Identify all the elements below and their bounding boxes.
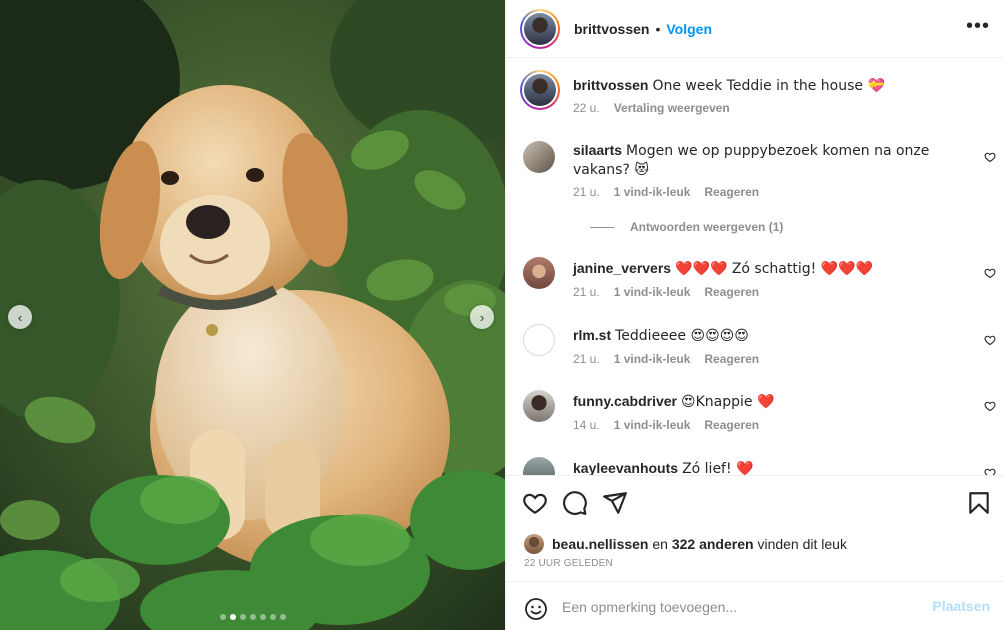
caption-username[interactable]: brittvossen [573, 77, 648, 93]
share-paper-plane-icon[interactable] [602, 490, 628, 516]
like-comment-heart-icon[interactable] [984, 400, 996, 412]
carousel-dot [219, 614, 226, 620]
likes-others[interactable]: 322 anderen [672, 536, 754, 552]
carousel-prev-button[interactable]: ‹ [8, 305, 32, 329]
author-username[interactable]: brittvossen [574, 21, 649, 37]
save-bookmark-icon[interactable] [966, 490, 992, 516]
add-comment-bar: Plaatsen [506, 581, 1003, 630]
like-comment-heart-icon[interactable] [984, 151, 996, 163]
commenter-username[interactable]: silaarts [573, 142, 622, 158]
puppy-photo [0, 0, 505, 630]
comment-time: 14 u. [573, 418, 600, 432]
view-replies-button[interactable]: Antwoorden weergeven (1) [590, 220, 783, 234]
commenter-username[interactable]: janine_ververs [573, 260, 671, 276]
commenter-username[interactable]: funny.cabdriver [573, 393, 677, 409]
comment-text: Teddieeee 😍😍😍😍 [615, 328, 749, 344]
chevron-right-icon: › [479, 309, 485, 325]
post-detail-panel: brittvossen • Volgen ••• brittvossen One … [505, 0, 1003, 630]
comment-item: rlm.st Teddieeee 😍😍😍😍 21 u. 1 vind-ik-leu… [520, 324, 996, 384]
post-actions: beau.nellissen en 322 anderen vinden dit… [506, 475, 1003, 581]
comment-time: 21 u. [573, 285, 600, 299]
post-time-ago[interactable]: 22 UUR GELEDEN [524, 558, 613, 569]
caption-time: 22 u. [573, 101, 600, 115]
reply-button[interactable]: Reageren [704, 418, 759, 432]
comment-item: janine_ververs ❤️❤️❤️ Zó schattig! ❤️❤️❤️… [520, 257, 996, 317]
comment-likes-count[interactable]: 1 vind-ik-leuk [614, 185, 691, 199]
likes-summary: beau.nellissen en 322 anderen vinden dit… [524, 534, 847, 554]
liker-username[interactable]: beau.nellissen [552, 536, 648, 552]
replies-divider [590, 226, 614, 228]
post-comment-button[interactable]: Plaatsen [932, 598, 990, 614]
commenter-username[interactable]: rlm.st [573, 327, 611, 343]
comment-likes-count[interactable]: 1 vind-ik-leuk [614, 418, 691, 432]
commenter-avatar[interactable] [523, 324, 555, 356]
comment-likes-count[interactable]: 1 vind-ik-leuk [614, 285, 691, 299]
post-header: brittvossen • Volgen ••• [506, 0, 1003, 58]
comment-text: Zó lief! ❤️ [682, 461, 754, 475]
comment-time: 21 u. [573, 185, 600, 199]
more-options-icon[interactable]: ••• [966, 16, 990, 36]
emoji-smiley-icon[interactable] [524, 597, 548, 621]
separator-dot: • [655, 20, 661, 37]
carousel-next-button[interactable]: › [470, 305, 494, 329]
carousel-dot [239, 614, 246, 620]
likes-suffix: vinden dit leuk [757, 536, 847, 552]
carousel-dot [279, 614, 286, 620]
follow-button[interactable]: Volgen [666, 21, 712, 37]
liker-avatar[interactable] [524, 534, 544, 554]
carousel-dot [229, 614, 236, 620]
likes-and: en [652, 536, 668, 552]
reply-button[interactable]: Reageren [704, 285, 759, 299]
post-image[interactable]: ‹ › [0, 0, 505, 630]
like-heart-icon[interactable] [522, 490, 548, 516]
caption-text: One week Teddie in the house 💝 [652, 78, 885, 94]
comment-text: ❤️❤️❤️ Zó schattig! ❤️❤️❤️ [675, 261, 873, 277]
like-comment-heart-icon[interactable] [984, 334, 996, 346]
comment-text: 😍Knappie ❤️ [681, 394, 775, 410]
comments-list[interactable]: brittvossen One week Teddie in the house … [506, 59, 1003, 475]
like-comment-heart-icon[interactable] [984, 467, 996, 475]
comment-item: funny.cabdriver 😍Knappie ❤️ 14 u. 1 vind-… [520, 390, 996, 450]
reply-button[interactable]: Reageren [704, 185, 759, 199]
comment-input[interactable] [562, 595, 922, 619]
comment-time: 21 u. [573, 352, 600, 366]
carousel-indicator [0, 614, 505, 620]
caption-author-avatar[interactable] [520, 70, 560, 110]
chevron-left-icon: ‹ [17, 309, 23, 325]
comment-likes-count[interactable]: 1 vind-ik-leuk [614, 352, 691, 366]
commenter-username[interactable]: kayleevanhouts [573, 460, 678, 475]
caption: brittvossen One week Teddie in the house … [520, 59, 990, 119]
reply-button[interactable]: Reageren [704, 352, 759, 366]
commenter-avatar[interactable] [523, 457, 555, 475]
author-avatar[interactable] [520, 8, 560, 49]
like-comment-heart-icon[interactable] [984, 267, 996, 279]
commenter-avatar[interactable] [523, 390, 555, 422]
comment-item: kayleevanhouts Zó lief! ❤️ [520, 457, 996, 475]
comment-text: Mogen we op puppybezoek komen na onze va… [573, 143, 930, 178]
carousel-dot [249, 614, 256, 620]
comment-item: silaarts Mogen we op puppybezoek komen na… [520, 141, 996, 261]
comment-bubble-icon[interactable] [562, 490, 588, 516]
carousel-dot [269, 614, 276, 620]
commenter-avatar[interactable] [523, 141, 555, 173]
translate-button[interactable]: Vertaling weergeven [614, 101, 730, 115]
view-replies-label: Antwoorden weergeven (1) [630, 220, 784, 234]
commenter-avatar[interactable] [523, 257, 555, 289]
carousel-dot [259, 614, 266, 620]
